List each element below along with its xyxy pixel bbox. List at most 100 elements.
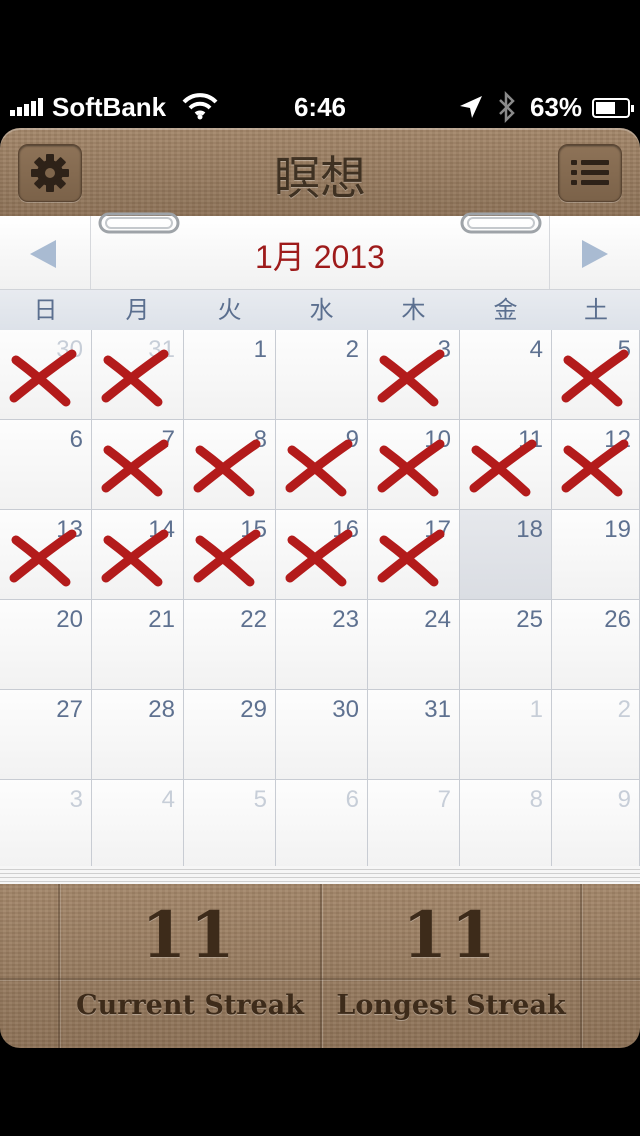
day-cell[interactable]: 13 [0,510,92,600]
battery-icon [592,98,634,118]
day-cell[interactable]: 27 [0,690,92,780]
page-title: 瞑想 [274,151,366,205]
day-number: 24 [424,606,451,633]
longest-streak: 11 Longest Streak [322,884,580,1048]
day-cell[interactable]: 9 [276,420,368,510]
current-streak: 11 Current Streak [60,884,320,1048]
x-mark-icon [285,529,353,587]
day-cell[interactable]: 31 [368,690,460,780]
day-number: 23 [332,606,359,633]
day-number: 8 [529,786,543,813]
day-number: 6 [69,426,83,453]
day-cell-today[interactable]: 18 [460,510,552,600]
day-cell[interactable]: 30 [276,690,368,780]
streak-footer: 11 Current Streak 11 Longest Streak [0,884,640,1048]
x-mark-icon [9,349,77,407]
day-cell[interactable]: 9 [552,780,640,870]
day-cell[interactable]: 3 [368,330,460,420]
day-number: 3 [69,786,83,813]
day-cell[interactable]: 11 [460,420,552,510]
day-cell[interactable]: 26 [552,600,640,690]
day-cell[interactable]: 7 [92,420,184,510]
day-number: 31 [424,696,451,723]
bluetooth-icon [499,90,515,124]
x-mark-icon [377,529,445,587]
calendar-grid: 30 31 1 2 3 4 5 6 7 8 9 10 11 12 13 14 15 16 17 18 19 20 21 22 2… [0,330,640,870]
day-cell[interactable]: 3 [0,780,92,870]
day-cell[interactable]: 19 [552,510,640,600]
right-triangle-icon [582,240,608,268]
day-number: 9 [617,786,631,813]
day-cell[interactable]: 15 [184,510,276,600]
day-number: 5 [253,786,267,813]
day-cell[interactable]: 25 [460,600,552,690]
day-cell[interactable]: 29 [184,690,276,780]
day-cell[interactable]: 2 [276,330,368,420]
day-cell[interactable]: 4 [460,330,552,420]
month-title: 1月 2013 [255,239,385,275]
day-cell[interactable]: 30 [0,330,92,420]
day-cell[interactable]: 8 [184,420,276,510]
day-cell[interactable]: 6 [276,780,368,870]
x-mark-icon [101,439,169,497]
day-cell[interactable]: 17 [368,510,460,600]
current-streak-label: Current Streak [76,990,304,1021]
x-mark-icon [193,439,261,497]
weekday-label: 日 [33,296,58,324]
day-cell[interactable]: 10 [368,420,460,510]
day-cell[interactable]: 4 [92,780,184,870]
weekday-label: 水 [309,296,334,324]
day-cell[interactable]: 23 [276,600,368,690]
day-cell[interactable]: 24 [368,600,460,690]
day-cell[interactable]: 21 [92,600,184,690]
day-number: 30 [332,696,359,723]
weekday-label: 火 [217,296,242,324]
day-cell[interactable]: 31 [92,330,184,420]
day-cell[interactable]: 8 [460,780,552,870]
day-number: 19 [604,516,631,543]
weekday-label: 土 [584,296,608,324]
day-number: 6 [345,786,359,813]
day-number: 28 [148,696,175,723]
x-mark-icon [377,349,445,407]
day-cell[interactable]: 5 [552,330,640,420]
day-number: 4 [529,336,543,363]
day-cell[interactable]: 7 [368,780,460,870]
weekday-label: 金 [493,296,518,324]
day-cell[interactable]: 22 [184,600,276,690]
day-number: 29 [240,696,267,723]
day-cell[interactable]: 5 [184,780,276,870]
x-mark-icon [469,439,537,497]
list-button[interactable] [558,144,622,202]
longest-streak-value: 11 [402,898,500,973]
status-bar: SoftBank 6:46 63% [0,0,640,128]
day-cell[interactable]: 20 [0,600,92,690]
page-stack-edge [0,866,640,886]
day-number: 2 [345,336,359,363]
calendar: 1月 2013 日月火水木金土 30 31 1 2 3 4 5 6 7 8 9 10 11 12 13 14 1… [0,212,640,870]
x-mark-icon [101,529,169,587]
x-mark-icon [285,439,353,497]
weekday-header: 日月火水木金土 [0,290,640,331]
day-cell[interactable]: 28 [92,690,184,780]
day-cell[interactable]: 6 [0,420,92,510]
day-number: 1 [253,336,267,363]
next-month-button[interactable] [549,216,640,289]
day-cell[interactable]: 12 [552,420,640,510]
day-cell[interactable]: 1 [460,690,552,780]
left-triangle-icon [30,240,56,268]
list-icon [571,160,609,185]
prev-month-button[interactable] [0,216,91,289]
day-cell[interactable]: 14 [92,510,184,600]
app-header: 瞑想 [0,128,640,218]
day-cell[interactable]: 2 [552,690,640,780]
day-number: 4 [161,786,175,813]
day-number: 26 [604,606,631,633]
day-cell[interactable]: 16 [276,510,368,600]
day-number: 20 [56,606,83,633]
day-number: 22 [240,606,267,633]
longest-streak-label: Longest Streak [336,990,566,1021]
day-number: 1 [529,696,543,723]
day-cell[interactable]: 1 [184,330,276,420]
weekday-label: 月 [125,296,150,324]
